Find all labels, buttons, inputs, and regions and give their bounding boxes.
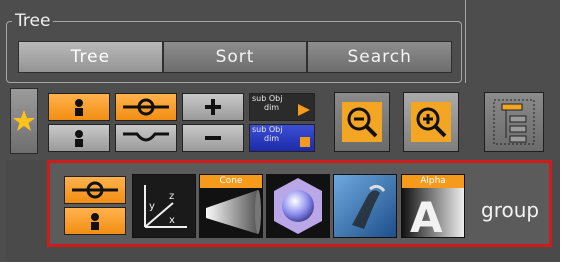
svg-text:x: x [169, 215, 175, 226]
alpha-icon: A [402, 188, 464, 237]
image-item[interactable] [333, 174, 397, 238]
person-icon [91, 213, 99, 230]
image-thumbnail-icon [334, 175, 396, 237]
person-button-grey[interactable] [48, 124, 110, 152]
connect-button[interactable] [115, 93, 177, 121]
tab-tree[interactable]: Tree [18, 41, 163, 73]
sphere-icon [274, 178, 322, 234]
tree-tabs: Tree Sort Search [18, 41, 453, 73]
sub-object-dim-button-1[interactable]: sub Obj dim [249, 93, 315, 121]
plus-icon [205, 99, 221, 115]
tree-group-title: Tree [12, 11, 54, 31]
svg-text:z: z [169, 191, 174, 202]
person-icon [75, 130, 83, 147]
zoom-out-button[interactable] [334, 92, 390, 152]
cone-item[interactable]: Cone [199, 174, 263, 238]
sub-object-dim-button-2[interactable]: sub Obj dim [249, 124, 315, 152]
minus-icon [205, 136, 221, 140]
favorite-button[interactable] [10, 88, 38, 154]
sub-object-label: sub Obj [252, 94, 283, 103]
axis-item[interactable]: y z x [132, 174, 196, 238]
curve-icon [123, 132, 169, 142]
sphere-item[interactable] [266, 174, 330, 238]
alpha-label: Alpha [402, 175, 464, 188]
connect-mini-button[interactable] [64, 176, 126, 204]
group-label: group [481, 198, 540, 222]
right-group-frame [465, 0, 561, 83]
svg-text:y: y [149, 201, 155, 212]
curve-button[interactable] [115, 124, 177, 152]
sub-object-label: sub Obj [252, 125, 283, 134]
cone-label: Cone [200, 175, 262, 188]
person-icon [75, 99, 83, 116]
play-icon [298, 104, 310, 116]
tab-search[interactable]: Search [307, 41, 453, 73]
person-mini-button[interactable] [64, 207, 126, 235]
connect-icon [72, 181, 118, 199]
app-window: Tree Tree Sort Search sub Obj dim sub Ob… [0, 0, 568, 266]
add-button[interactable] [182, 93, 244, 121]
zoom-out-icon [342, 102, 382, 142]
sub-object-dim-label: dim [264, 103, 280, 112]
zoom-in-icon [411, 102, 451, 142]
tree-layout-button[interactable] [484, 92, 544, 152]
axis-icon: y z x [144, 185, 187, 228]
zoom-in-button[interactable] [403, 92, 459, 152]
svg-text:A: A [410, 193, 443, 237]
tree-structure-icon [493, 99, 535, 145]
square-icon [300, 137, 310, 147]
connect-icon [123, 98, 169, 116]
star-icon [13, 110, 35, 131]
cone-icon [206, 190, 261, 234]
alpha-item[interactable]: Alpha A [401, 174, 465, 238]
person-button-orange[interactable] [48, 93, 110, 121]
tab-sort[interactable]: Sort [162, 41, 308, 73]
sub-object-dim-label: dim [264, 134, 280, 143]
remove-button[interactable] [182, 124, 244, 152]
